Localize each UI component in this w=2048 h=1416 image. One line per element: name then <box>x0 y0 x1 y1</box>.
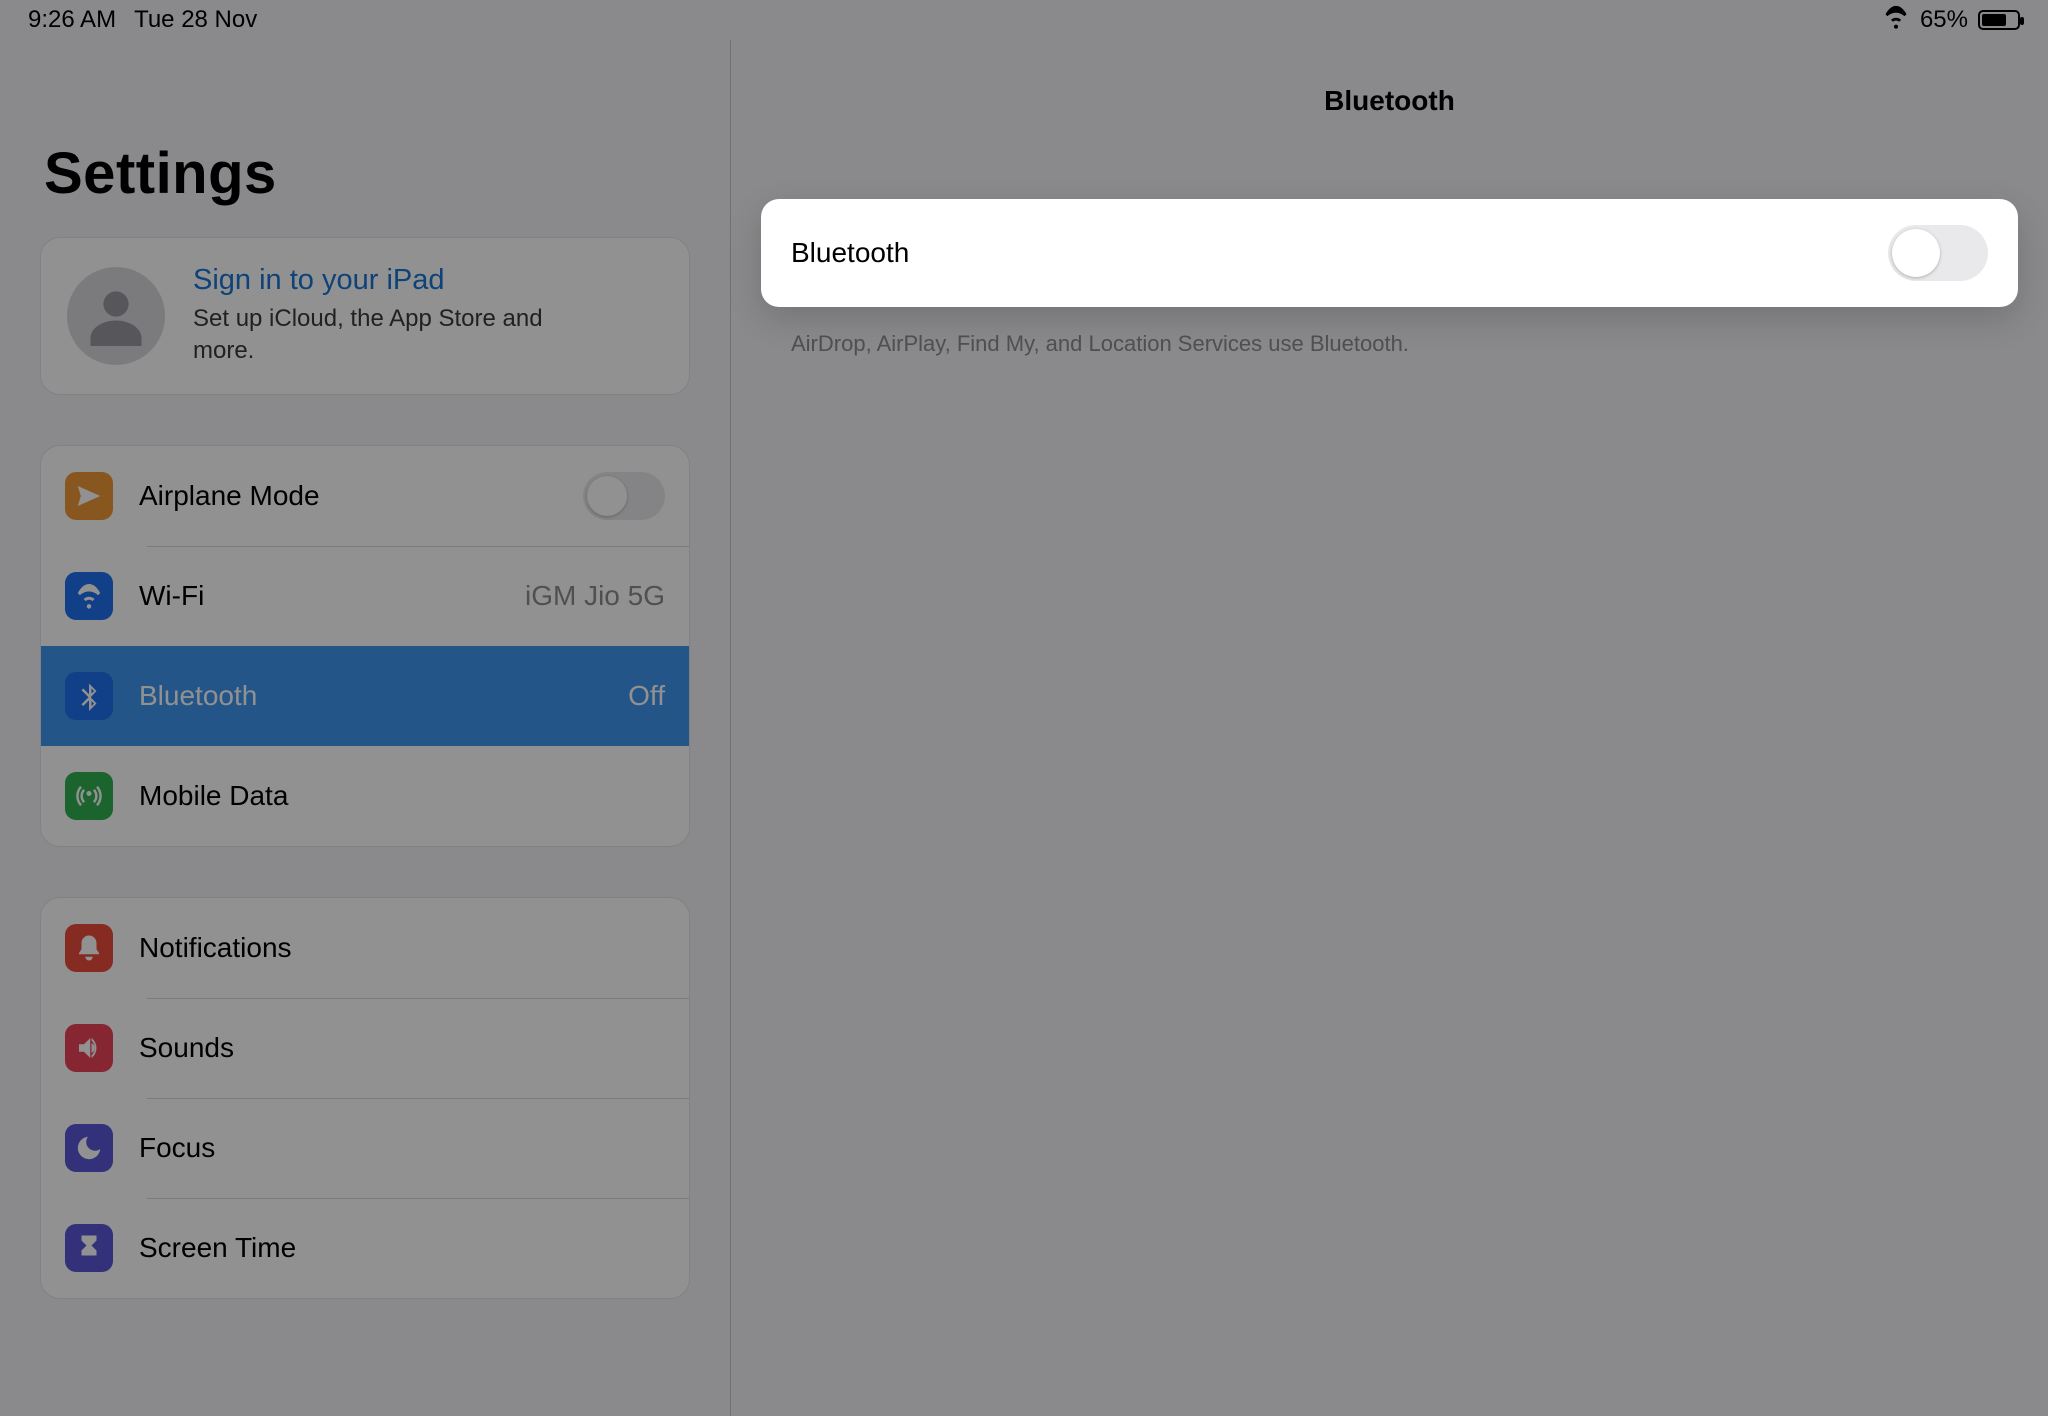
moon-icon <box>65 1124 113 1172</box>
signin-card[interactable]: Sign in to your iPad Set up iCloud, the … <box>40 237 690 395</box>
airplane-icon <box>65 472 113 520</box>
sidebar-item-notifications[interactable]: Notifications <box>41 898 689 998</box>
status-bar: 9:26 AM Tue 28 Nov 65% <box>0 0 2048 40</box>
sidebar-item-bluetooth[interactable]: Bluetooth Off <box>41 646 689 746</box>
sounds-label: Sounds <box>139 1032 665 1064</box>
settings-sidebar: Settings Sign in to your iPad Set up iCl… <box>0 40 730 1416</box>
screen-time-label: Screen Time <box>139 1232 665 1264</box>
wifi-label: Wi-Fi <box>139 580 499 612</box>
signin-link[interactable]: Sign in to your iPad <box>193 264 553 297</box>
bluetooth-label: Bluetooth <box>139 680 602 712</box>
sidebar-item-focus[interactable]: Focus <box>41 1098 689 1198</box>
bluetooth-footer-text: AirDrop, AirPlay, Find My, and Location … <box>761 307 2018 357</box>
avatar-icon <box>67 267 165 365</box>
battery-percent: 65% <box>1920 6 1968 34</box>
page-title: Settings <box>40 40 690 237</box>
wifi-icon <box>1882 3 1910 38</box>
detail-pane: Bluetooth Bluetooth AirDrop, AirPlay, Fi… <box>731 40 2048 1416</box>
battery-icon <box>1978 10 2020 30</box>
sidebar-item-mobile-data[interactable]: Mobile Data <box>41 746 689 846</box>
status-date: Tue 28 Nov <box>134 6 257 34</box>
detail-title: Bluetooth <box>761 40 2018 117</box>
speaker-icon <box>65 1024 113 1072</box>
hourglass-icon <box>65 1224 113 1272</box>
signin-subtitle: Set up iCloud, the App Store and more. <box>193 297 553 368</box>
bluetooth-value: Off <box>628 680 665 712</box>
notifications-label: Notifications <box>139 932 665 964</box>
sidebar-item-sounds[interactable]: Sounds <box>41 998 689 1098</box>
bell-icon <box>65 924 113 972</box>
wifi-icon <box>65 572 113 620</box>
airplane-label: Airplane Mode <box>139 480 557 512</box>
bluetooth-toggle[interactable] <box>1888 225 1988 281</box>
bluetooth-icon <box>65 672 113 720</box>
sidebar-item-screen-time[interactable]: Screen Time <box>41 1198 689 1298</box>
focus-label: Focus <box>139 1132 665 1164</box>
bluetooth-toggle-label: Bluetooth <box>791 237 909 269</box>
network-group: Airplane Mode Wi-Fi iGM Jio 5G Bluetooth… <box>40 445 690 847</box>
antenna-icon <box>65 772 113 820</box>
system-group: Notifications Sounds Focus <box>40 897 690 1299</box>
mobile-data-label: Mobile Data <box>139 780 665 812</box>
sidebar-item-wifi[interactable]: Wi-Fi iGM Jio 5G <box>41 546 689 646</box>
bluetooth-toggle-card: Bluetooth <box>761 199 2018 307</box>
airplane-toggle[interactable] <box>583 472 665 520</box>
status-time: 9:26 AM <box>28 6 116 34</box>
sidebar-item-airplane[interactable]: Airplane Mode <box>41 446 689 546</box>
wifi-value: iGM Jio 5G <box>525 580 665 612</box>
